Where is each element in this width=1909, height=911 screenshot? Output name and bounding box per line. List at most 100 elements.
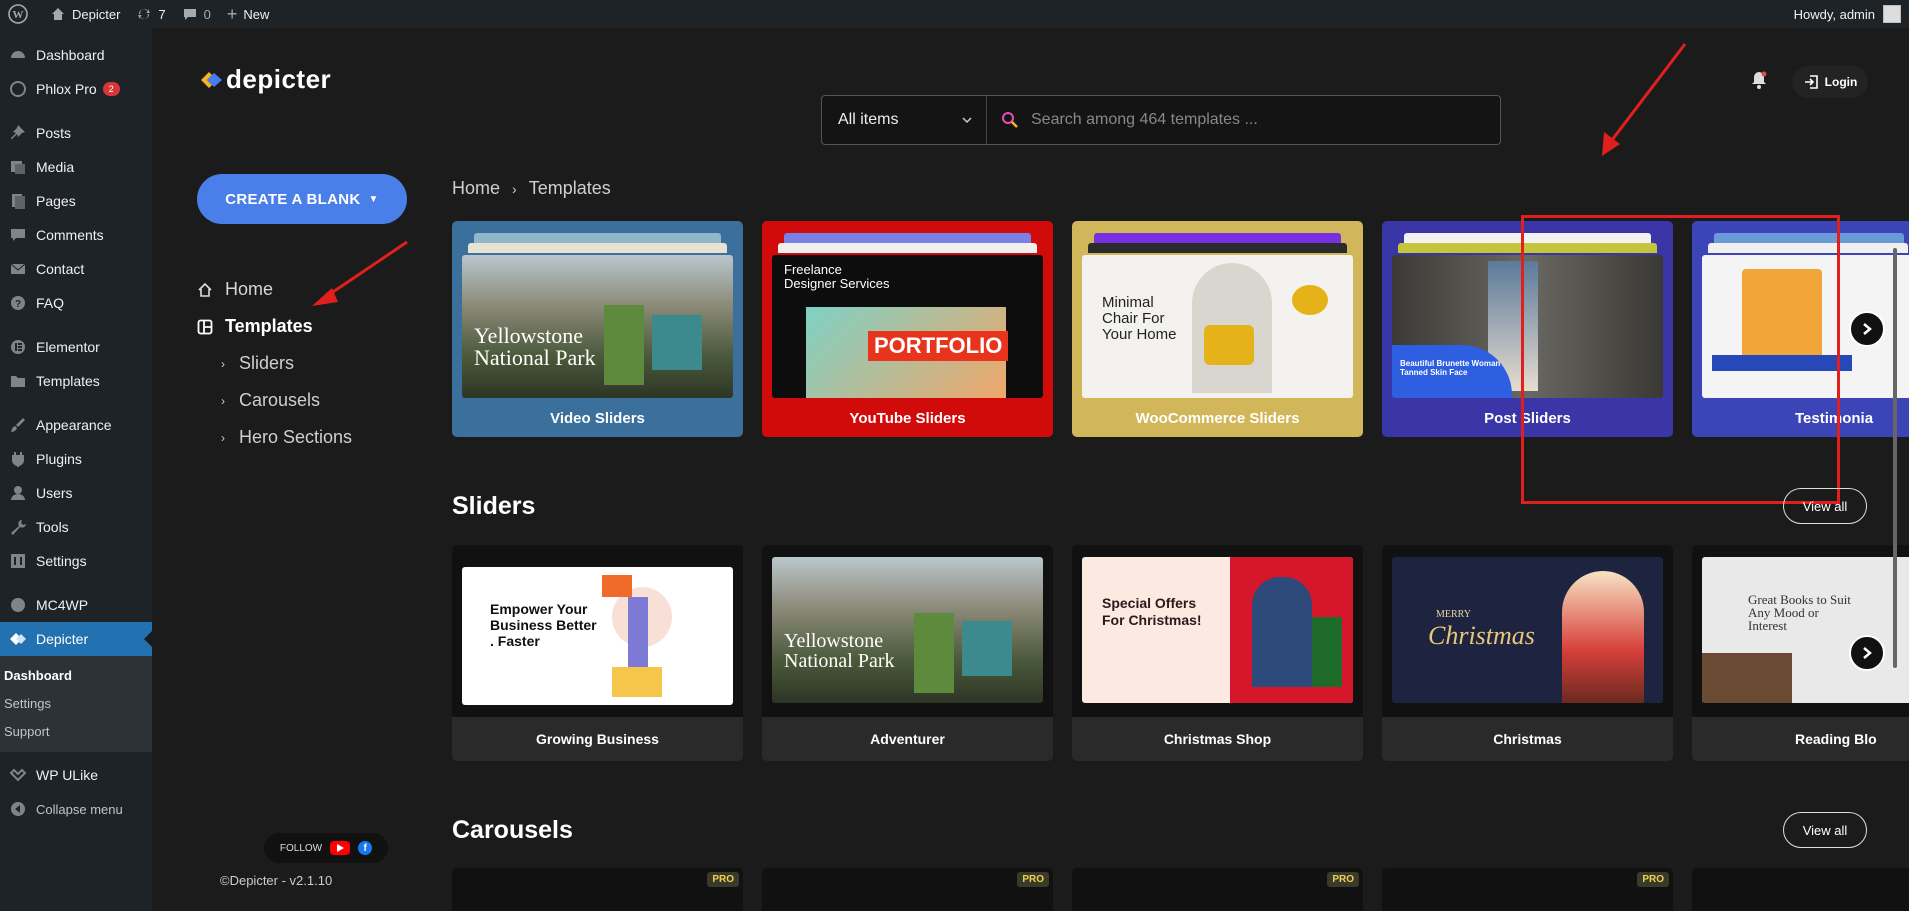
- menu-label: Tools: [36, 519, 69, 535]
- menu-label: Posts: [36, 125, 72, 141]
- plus-icon: +: [226, 3, 238, 24]
- folder-icon: [8, 371, 28, 391]
- menu-mc4wp[interactable]: MC4WP: [0, 588, 152, 622]
- comments-link[interactable]: 0: [174, 0, 219, 28]
- pin-icon: [8, 123, 28, 143]
- carousel-card[interactable]: PRO: [452, 868, 743, 911]
- facebook-icon[interactable]: f: [358, 841, 373, 855]
- submenu-dashboard[interactable]: Dashboard: [0, 662, 152, 690]
- menu-label: Contact: [36, 261, 85, 277]
- my-account[interactable]: Howdy, admin: [1794, 5, 1909, 23]
- template-card[interactable]: MERRY Christmas Christmas: [1382, 545, 1673, 761]
- svg-text:?: ?: [15, 299, 21, 310]
- menu-comments[interactable]: Comments: [0, 218, 152, 252]
- submenu-support[interactable]: Support: [0, 718, 152, 746]
- updates-icon: [138, 8, 151, 19]
- thumb-photo: [1312, 617, 1342, 687]
- menu-media[interactable]: Media: [0, 150, 152, 184]
- menu-users[interactable]: Users: [0, 476, 152, 510]
- comments-count: 0: [203, 6, 211, 22]
- thumb-title: Christmas: [1428, 621, 1535, 650]
- menu-label: Settings: [36, 553, 87, 569]
- thumb-title: Empower Your Business Better . Faster: [490, 601, 597, 649]
- menu-depicter[interactable]: Depicter: [0, 622, 152, 656]
- menu-tools[interactable]: Tools: [0, 510, 152, 544]
- menu-pages[interactable]: Pages: [0, 184, 152, 218]
- thumb-illustration: [602, 575, 632, 597]
- menu-label: Dashboard: [36, 47, 105, 63]
- template-label: Reading Blo: [1692, 717, 1909, 761]
- site-name: Depicter: [72, 6, 121, 22]
- wp-admin-menu: Dashboard Phlox Pro 2 Posts Media Pages C…: [0, 28, 152, 911]
- collapse-menu-button[interactable]: Collapse menu: [0, 792, 152, 826]
- mail-icon: [8, 259, 28, 279]
- elementor-icon: [8, 337, 28, 357]
- thumb-title: Great Books to Suit Any Mood or Interest: [1748, 592, 1851, 633]
- carousel-card[interactable]: PRO: [762, 868, 1053, 911]
- thumb-photo: [1702, 653, 1792, 703]
- menu-appearance[interactable]: Appearance: [0, 408, 152, 442]
- follow-label: FOLLOW: [279, 842, 323, 854]
- updates-link[interactable]: 7: [128, 0, 173, 28]
- menu-phlox-pro[interactable]: Phlox Pro 2: [0, 72, 152, 106]
- view-all-sliders-button[interactable]: View all: [1783, 488, 1867, 524]
- pro-badge: PRO: [1637, 872, 1669, 887]
- user-icon: [8, 483, 28, 503]
- comment-icon: [183, 9, 196, 20]
- thumb-illustration: [628, 597, 648, 667]
- carousel-card[interactable]: PRO: [1072, 868, 1363, 911]
- home-icon: [52, 8, 64, 20]
- thumb-photo: [914, 613, 954, 693]
- settings-icon: [8, 551, 28, 571]
- page-scrollbar[interactable]: [1893, 248, 1897, 668]
- pro-badge: PRO: [1017, 872, 1049, 887]
- carousel-card[interactable]: [1692, 868, 1909, 911]
- template-card[interactable]: Yellowstone National Park Adventurer: [762, 545, 1053, 761]
- thumb-photo: [962, 621, 1012, 676]
- template-thumbnail: Yellowstone National Park: [772, 557, 1043, 703]
- thumb-title: MERRY: [1436, 609, 1472, 620]
- collapse-icon: [8, 799, 28, 819]
- template-thumbnail: Special Offers For Christmas!: [1082, 557, 1353, 703]
- template-card[interactable]: Empower Your Business Better . Faster Gr…: [452, 545, 743, 761]
- menu-elementor[interactable]: Elementor: [0, 330, 152, 364]
- template-card[interactable]: Special Offers For Christmas! Christmas …: [1072, 545, 1363, 761]
- menu-label: MC4WP: [36, 597, 89, 613]
- thumb-photo: [1562, 571, 1644, 703]
- template-label: Growing Business: [452, 717, 743, 761]
- menu-label: Appearance: [36, 417, 112, 433]
- menu-wp-ulike[interactable]: WP ULike: [0, 758, 152, 792]
- plugin-icon: [8, 449, 28, 469]
- template-thumbnail: Great Books to Suit Any Mood or Interest: [1702, 557, 1909, 703]
- menu-templates[interactable]: Templates: [0, 364, 152, 398]
- comment-icon: [8, 225, 28, 245]
- menu-plugins[interactable]: Plugins: [0, 442, 152, 476]
- menu-posts[interactable]: Posts: [0, 116, 152, 150]
- sliders-next-button[interactable]: [1849, 635, 1885, 671]
- wrench-icon: [8, 517, 28, 537]
- new-content-link[interactable]: + New: [219, 0, 278, 28]
- thumb-illustration: [612, 667, 662, 697]
- menu-settings[interactable]: Settings: [0, 544, 152, 578]
- template-label: Christmas Shop: [1072, 717, 1363, 761]
- site-name-link[interactable]: Depicter: [42, 0, 128, 28]
- dashboard-icon: [8, 45, 28, 65]
- carousel-card[interactable]: PRO: [1382, 868, 1673, 911]
- view-all-label: View all: [1802, 498, 1848, 514]
- menu-label: Collapse menu: [36, 801, 123, 817]
- view-all-carousels-button[interactable]: View all: [1783, 812, 1867, 848]
- youtube-icon[interactable]: [330, 841, 351, 855]
- template-label: Christmas: [1382, 717, 1673, 761]
- menu-dashboard[interactable]: Dashboard: [0, 38, 152, 72]
- template-thumbnail: MERRY Christmas: [1392, 557, 1663, 703]
- menu-faq[interactable]: ? FAQ: [0, 286, 152, 320]
- wp-admin-bar: W Depicter 7 0 + New Howdy, admin: [0, 0, 1909, 28]
- menu-contact[interactable]: Contact: [0, 252, 152, 286]
- wp-logo-menu[interactable]: W: [0, 0, 42, 28]
- depicter-icon: [8, 629, 28, 649]
- update-badge: 2: [102, 82, 120, 96]
- view-all-label: View all: [1802, 822, 1848, 838]
- arrow-to-post-sliders: [1602, 43, 1687, 156]
- pages-icon: [8, 191, 28, 211]
- submenu-settings[interactable]: Settings: [0, 690, 152, 718]
